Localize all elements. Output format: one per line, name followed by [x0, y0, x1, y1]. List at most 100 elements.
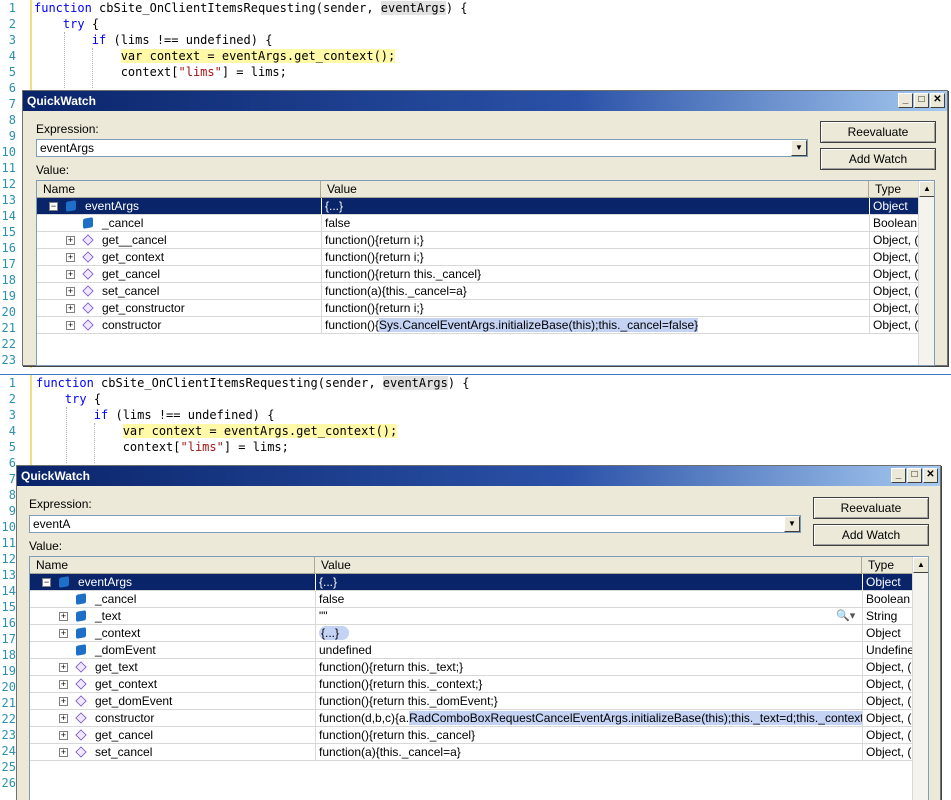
expression-combobox[interactable]: eventA ▼: [29, 515, 801, 533]
code-line: var context = eventArgs.get_context();: [34, 48, 468, 64]
table-row[interactable]: − eventArgs {...} Object: [30, 574, 928, 591]
expand-icon[interactable]: +: [59, 680, 68, 689]
table-row[interactable]: + _context {...} Object: [30, 625, 928, 642]
keyword: function: [34, 1, 92, 15]
dialog-title-bar[interactable]: QuickWatch _ □ ✕: [17, 466, 940, 486]
table-row[interactable]: + get_text function(){return this._text;…: [30, 659, 928, 676]
maximize-icon[interactable]: □: [914, 93, 929, 108]
table-row[interactable]: + get__cancel function(){return i;} Obje…: [37, 232, 934, 249]
expand-icon[interactable]: +: [59, 663, 68, 672]
bottom-screenshot-panel: 1 2 3 4 5 6 7 8 9 10 11 12 13 14 15 16 1…: [0, 374, 951, 800]
row-name: get_context: [95, 677, 158, 691]
expand-icon[interactable]: +: [66, 287, 75, 296]
expand-icon[interactable]: +: [59, 731, 68, 740]
row-value: undefined: [315, 642, 862, 659]
expand-icon[interactable]: +: [59, 714, 68, 723]
expand-icon[interactable]: +: [59, 697, 68, 706]
expression-combobox[interactable]: eventArgs ▼: [36, 139, 808, 157]
code-line: context["lims"] = lims;: [34, 64, 468, 80]
method-icon: [75, 746, 87, 758]
vertical-scrollbar[interactable]: ▲: [912, 557, 928, 800]
watch-grid[interactable]: Name Value Type − eventArgs {...} Object…: [29, 556, 929, 800]
row-value: function(){return this._context;}: [315, 676, 862, 693]
line-number: 2: [8, 17, 16, 31]
table-row[interactable]: − eventArgs {...} Object: [37, 198, 934, 215]
code-line: if (lims !== undefined) {: [36, 407, 470, 423]
expand-icon[interactable]: +: [66, 321, 75, 330]
scroll-up-icon[interactable]: ▲: [919, 181, 934, 197]
expression-input[interactable]: eventArgs: [40, 141, 94, 155]
minimize-icon[interactable]: _: [891, 468, 906, 483]
expression-input[interactable]: eventA: [33, 517, 70, 531]
close-icon[interactable]: ✕: [923, 468, 938, 483]
chevron-down-icon[interactable]: ▼: [791, 140, 807, 156]
code-editor[interactable]: function cbSite_OnClientItemsRequesting(…: [34, 0, 468, 80]
table-row[interactable]: + set_cancel function(a){this._cancel=a}…: [30, 744, 928, 761]
text-visualizer-search-icon[interactable]: 🔍▾: [836, 609, 855, 622]
table-row[interactable]: + get_domEvent function(){return this._d…: [30, 693, 928, 710]
method-icon: [75, 695, 87, 707]
expand-icon[interactable]: +: [66, 270, 75, 279]
code-text: context[: [122, 440, 181, 454]
line-number: 5: [8, 440, 16, 454]
expand-icon[interactable]: +: [66, 304, 75, 313]
reevaluate-button[interactable]: Reevaluate: [820, 121, 936, 143]
table-row[interactable]: _cancel false Boolean: [37, 215, 934, 232]
code-editor[interactable]: function cbSite_OnClientItemsRequesting(…: [36, 375, 470, 455]
expand-icon[interactable]: +: [66, 253, 75, 262]
scroll-up-icon[interactable]: ▲: [913, 557, 928, 573]
maximize-icon[interactable]: □: [907, 468, 922, 483]
vertical-scrollbar[interactable]: ▲: [918, 181, 934, 365]
row-name: _cancel: [102, 216, 144, 230]
table-row[interactable]: _domEvent undefined Undefine: [30, 642, 928, 659]
object-icon: [66, 200, 76, 212]
chevron-down-icon[interactable]: ▼: [784, 516, 800, 532]
expand-icon[interactable]: +: [66, 236, 75, 245]
code-text: (lims !== undefined) {: [108, 408, 275, 422]
close-icon[interactable]: ✕: [930, 93, 945, 108]
watch-grid[interactable]: Name Value Type − eventArgs {...} Object…: [36, 180, 935, 366]
collapse-icon[interactable]: −: [42, 578, 51, 587]
expression-label: Expression:: [36, 122, 99, 136]
column-header-name[interactable]: Name: [37, 181, 321, 198]
add-watch-button[interactable]: Add Watch: [820, 148, 936, 170]
expand-icon[interactable]: +: [59, 748, 68, 757]
table-row[interactable]: + get_cancel function(){return this._can…: [37, 266, 934, 283]
expand-icon[interactable]: +: [59, 629, 68, 638]
code-text: cbSite_OnClientItemsRequesting(sender,: [91, 1, 381, 15]
method-icon: [75, 678, 87, 690]
column-header-value[interactable]: Value: [321, 181, 869, 198]
field-icon: [76, 610, 86, 622]
collapse-icon[interactable]: −: [49, 202, 58, 211]
minimize-icon[interactable]: _: [898, 93, 913, 108]
table-row[interactable]: + set_cancel function(a){this._cancel=a}…: [37, 283, 934, 300]
table-row[interactable]: + constructor function(d,b,c){a.RadCombo…: [30, 710, 928, 727]
selected-value-text: RadComboBoxRequestCancelEventArgs.initia…: [409, 711, 862, 725]
line-number: 5: [8, 65, 16, 79]
reevaluate-button[interactable]: Reevaluate: [813, 497, 929, 519]
dialog-title-bar[interactable]: QuickWatch _ □ ✕: [23, 91, 947, 111]
column-header-value[interactable]: Value: [315, 557, 862, 574]
row-name: get__cancel: [102, 233, 167, 247]
table-row[interactable]: + get_cancel function(){return this._can…: [30, 727, 928, 744]
add-watch-button[interactable]: Add Watch: [813, 524, 929, 546]
keyword: if: [93, 408, 109, 422]
field-icon: [76, 627, 86, 639]
table-row[interactable]: + get_constructor function(){return i;} …: [37, 300, 934, 317]
value-highlight: {...}: [319, 626, 350, 640]
code-line: if (lims !== undefined) {: [34, 32, 468, 48]
row-value: function(a){this._cancel=a}: [315, 744, 862, 761]
row-value: function(a){this._cancel=a}: [321, 283, 869, 300]
current-statement-highlight: var context = eventArgs.get_context();: [120, 49, 396, 63]
expand-icon[interactable]: +: [59, 612, 68, 621]
table-row[interactable]: + get_context function(){return i;} Obje…: [37, 249, 934, 266]
column-header-name[interactable]: Name: [30, 557, 315, 574]
row-name: eventArgs: [85, 199, 140, 213]
table-row[interactable]: _cancel false Boolean: [30, 591, 928, 608]
table-row[interactable]: + get_context function(){return this._co…: [30, 676, 928, 693]
table-row[interactable]: + _text "" 🔍▾ String: [30, 608, 928, 625]
row-value: function(){return this._cancel}: [321, 266, 869, 283]
code-text: ) {: [447, 376, 470, 390]
table-row[interactable]: + constructor function(){Sys.CancelEvent…: [37, 317, 934, 334]
value-text: function(d,b,c){a.: [319, 711, 410, 725]
